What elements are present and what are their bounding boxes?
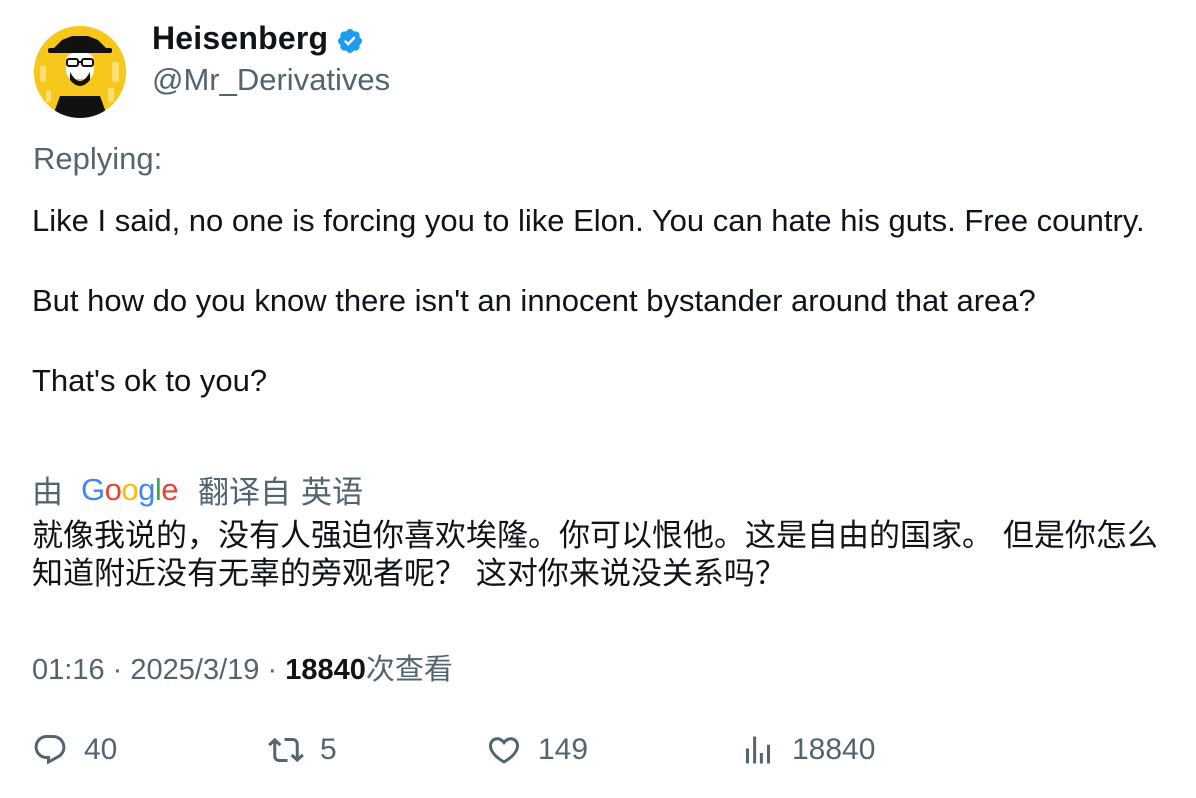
views-count: 18840 (285, 654, 366, 686)
tweet-date[interactable]: 2025/3/19 (130, 654, 259, 686)
reply-icon (34, 735, 66, 765)
meta-separator: · (267, 654, 278, 686)
heart-icon (488, 737, 520, 764)
heisenberg-avatar-icon (34, 26, 126, 118)
translated-text: 就像我说的，没有人强迫你喜欢埃隆。你可以恨他。这是自由的国家。 但是你怎么知道附… (32, 518, 1158, 592)
like-count: 149 (538, 733, 589, 766)
tweet-meta: 01:16 · 2025/3/19 · 18840次查看 (32, 646, 453, 688)
replying-label: Replying: (33, 141, 163, 176)
retweet-count: 5 (320, 733, 337, 766)
meta-separator: · (112, 654, 123, 686)
source-language: 英语 (301, 475, 364, 510)
author-handle[interactable]: @Mr_Derivatives (152, 62, 390, 98)
avatar[interactable] (34, 26, 126, 118)
tweet-time[interactable]: 01:16 (32, 654, 105, 686)
author-name[interactable]: Heisenberg (152, 20, 328, 57)
reply-button[interactable]: 40 (32, 732, 117, 768)
translated-by-label: 由 (32, 475, 63, 510)
action-bar: 40 5 149 18840 (32, 732, 1162, 772)
translation-attribution: 由 G o o g l e 翻译自 英语 (32, 467, 363, 512)
verified-badge-icon (336, 27, 364, 55)
google-logo-letter: o (121, 471, 139, 507)
retweet-button[interactable]: 5 (268, 732, 337, 768)
translated-from-label: 翻译自 (198, 475, 292, 510)
views-label: 次查看 (365, 654, 453, 686)
tweet-text: Like I said, no one is forcing you to li… (32, 203, 1145, 398)
google-logo[interactable]: G o o g l e (81, 471, 179, 508)
author-name-row: Heisenberg (152, 20, 364, 57)
google-logo-letter: o (104, 471, 122, 507)
analytics-icon (746, 736, 770, 764)
google-logo-letter: g (138, 471, 155, 507)
views-button[interactable]: 18840 (740, 732, 875, 768)
google-logo-letter: e (161, 471, 179, 507)
retweet-icon (268, 737, 304, 763)
google-logo-letter: G (81, 471, 105, 507)
like-button[interactable]: 149 (486, 732, 588, 768)
views-action-count: 18840 (792, 733, 876, 766)
reply-count: 40 (84, 733, 118, 766)
